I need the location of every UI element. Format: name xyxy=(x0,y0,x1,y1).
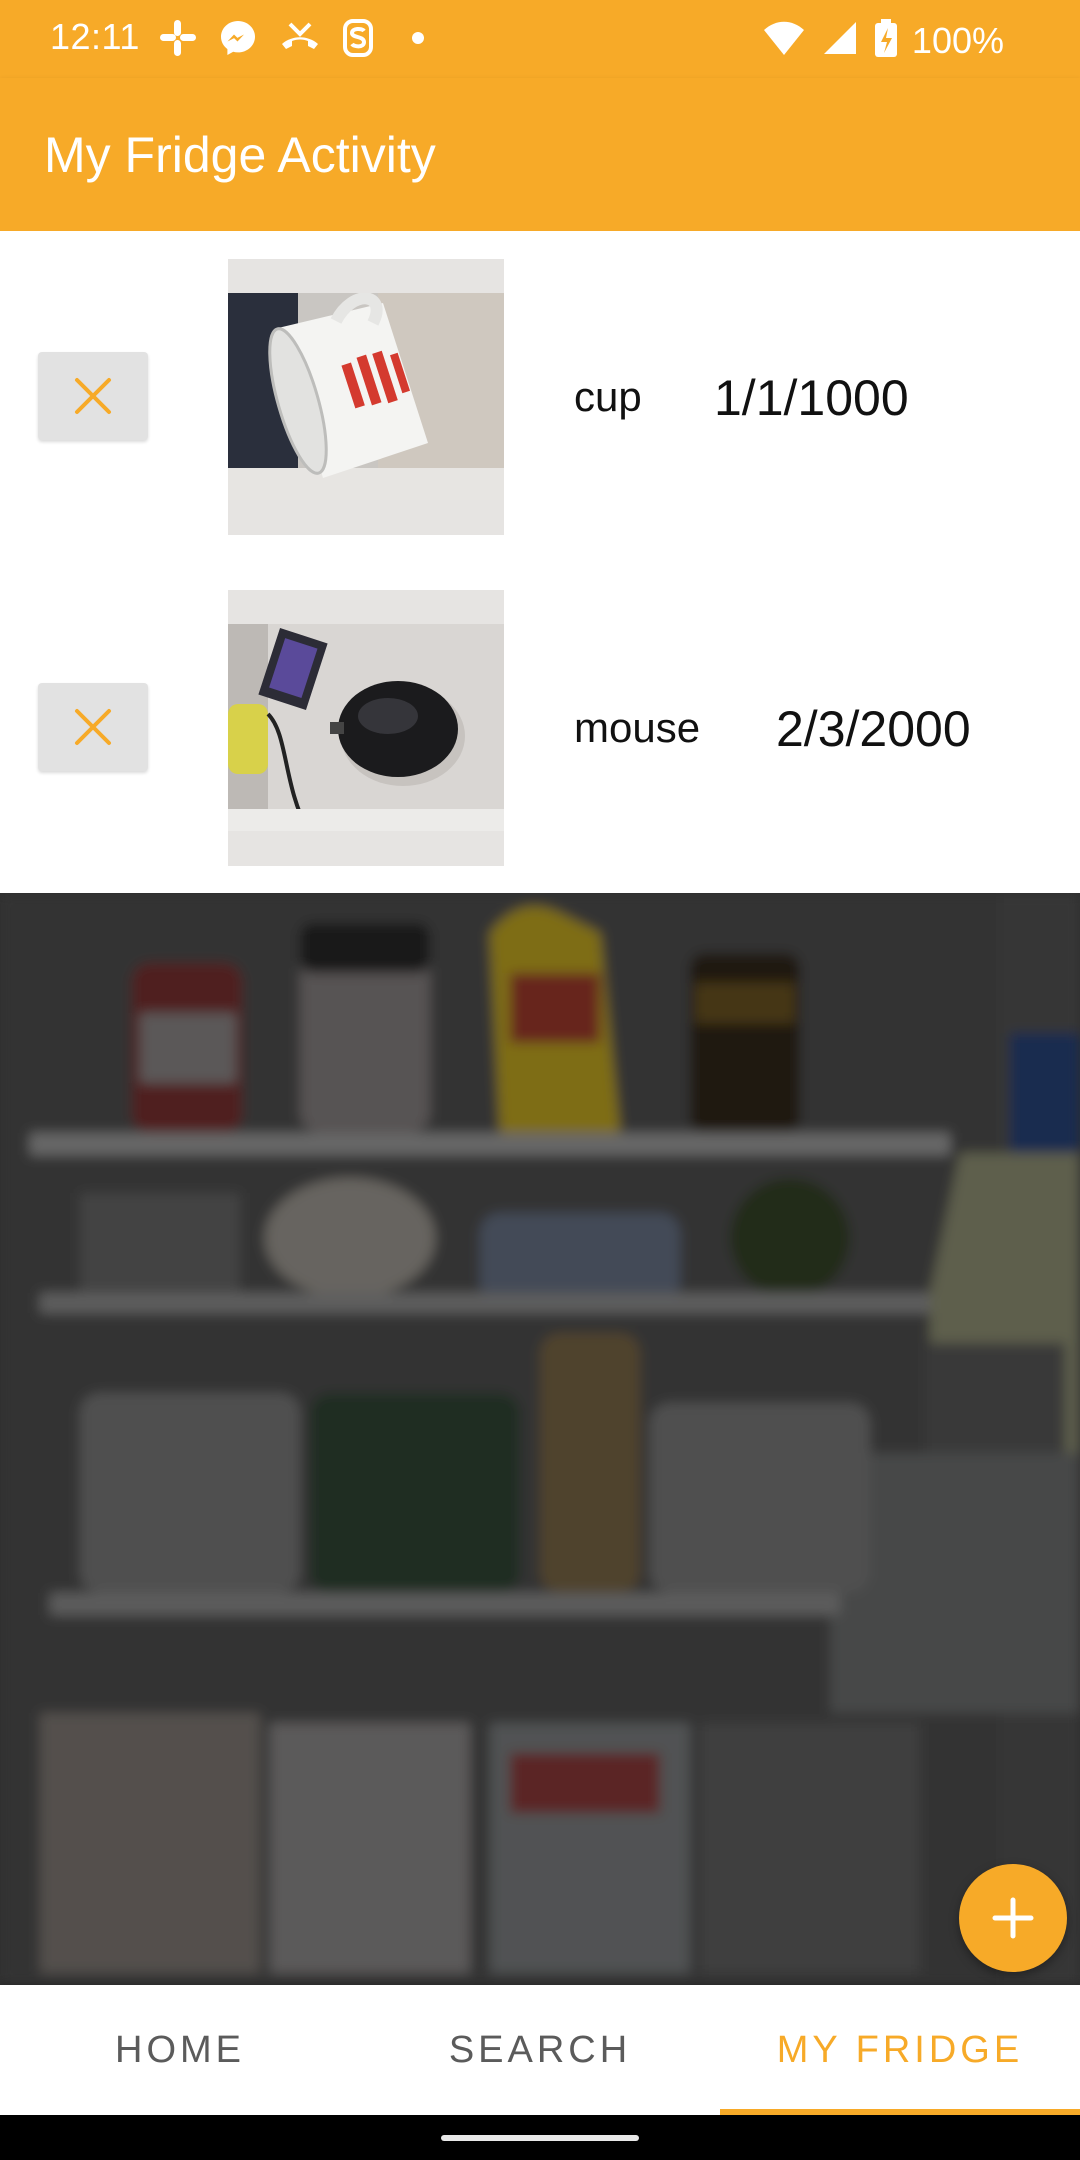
item-thumbnail[interactable] xyxy=(228,590,504,866)
cup-photo xyxy=(228,293,504,500)
tab-search[interactable]: SEARCH xyxy=(360,1985,720,2115)
slack-icon xyxy=(158,18,198,58)
add-icon xyxy=(992,1897,1034,1939)
battery-percent: 100% xyxy=(911,19,1004,61)
item-name: cup xyxy=(574,373,642,420)
screen: 12:11 100% My Fridge Activity cup 1/1/10… xyxy=(0,0,1080,2160)
wifi-icon xyxy=(762,18,806,63)
app-icon xyxy=(338,18,378,58)
list-item: mouse 2/3/2000 xyxy=(0,562,1080,893)
bottom-navigation: HOME SEARCH MY FRIDGE xyxy=(0,1985,1080,2115)
status-time: 12:11 xyxy=(50,16,140,57)
item-date: 1/1/1000 xyxy=(714,370,909,426)
page-title: My Fridge Activity xyxy=(44,127,436,183)
app-bar: My Fridge Activity xyxy=(0,78,1080,231)
delete-button[interactable] xyxy=(38,352,148,440)
item-date: 2/3/2000 xyxy=(776,701,971,757)
delete-button[interactable] xyxy=(38,683,148,771)
close-icon xyxy=(75,709,111,745)
messenger-icon xyxy=(218,18,258,58)
signal-icon xyxy=(820,18,860,63)
close-icon xyxy=(75,378,111,414)
fridge-photo xyxy=(0,893,1080,1985)
system-navigation-bar xyxy=(0,2115,1080,2160)
dot-icon xyxy=(398,18,438,58)
item-thumbnail[interactable] xyxy=(228,259,504,535)
item-list: cup 1/1/1000 mouse 2/3/2000 xyxy=(0,231,1080,893)
battery-charging-icon xyxy=(874,18,898,63)
tab-home[interactable]: HOME xyxy=(0,1985,360,2115)
item-name: mouse xyxy=(574,704,701,751)
notification-icons xyxy=(158,18,438,58)
add-item-button[interactable] xyxy=(959,1864,1067,1972)
missed-call-icon xyxy=(278,18,318,58)
fridge-background-image xyxy=(0,893,1080,1985)
status-bar: 12:11 100% xyxy=(0,0,1080,78)
gesture-handle[interactable] xyxy=(441,2135,639,2141)
list-item: cup 1/1/1000 xyxy=(0,231,1080,562)
system-icons: 100% xyxy=(762,18,1004,63)
tab-my-fridge[interactable]: MY FRIDGE xyxy=(720,1985,1080,2115)
mouse-photo xyxy=(228,624,504,831)
